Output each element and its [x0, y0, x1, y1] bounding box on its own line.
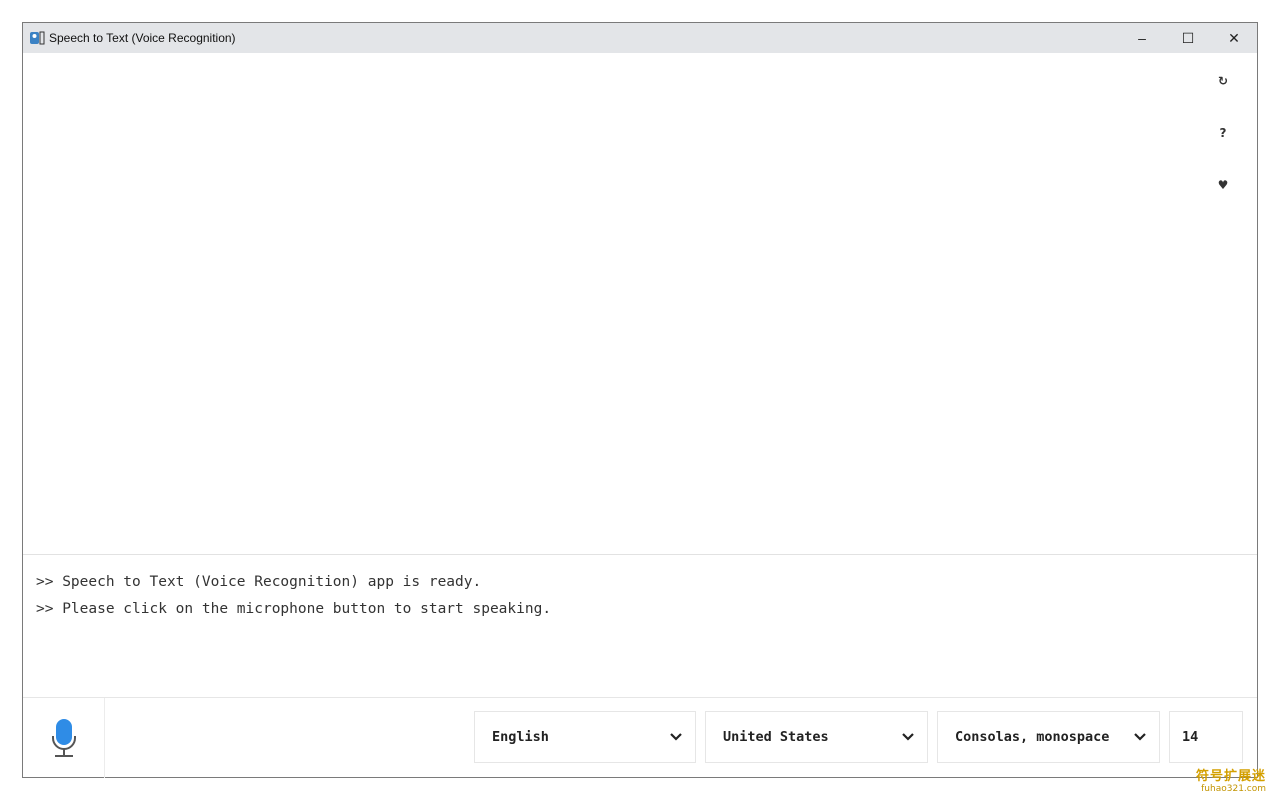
log-line: >> Please click on the microphone button… — [36, 601, 552, 617]
region-select-value: United States — [723, 729, 829, 745]
maximize-button[interactable]: ☐ — [1165, 23, 1211, 53]
microphone-icon — [51, 719, 76, 757]
heart-icon[interactable]: ♥ — [1203, 165, 1243, 205]
bottom-toolbar: English United States Consolas, monospac… — [23, 698, 1257, 778]
chevron-down-icon — [902, 733, 914, 741]
status-log: >> Speech to Text (Voice Recognition) ap… — [23, 555, 1257, 698]
font-size-input[interactable]: 14 — [1169, 711, 1243, 763]
font-select-value: Consolas, monospace — [955, 729, 1110, 745]
chevron-down-icon — [670, 733, 682, 741]
transcript-editor[interactable]: ↻ ? ♥ — [23, 53, 1257, 555]
refresh-icon[interactable]: ↻ — [1203, 61, 1243, 101]
app-window: Speech to Text (Voice Recognition) – ☐ ✕… — [22, 22, 1258, 778]
title-bar[interactable]: Speech to Text (Voice Recognition) – ☐ ✕ — [23, 23, 1257, 53]
watermark-url: fuhao321.com — [1201, 784, 1266, 794]
microphone-button[interactable] — [23, 698, 105, 778]
minimize-button[interactable]: – — [1119, 23, 1165, 53]
font-size-value: 14 — [1182, 729, 1199, 745]
close-button[interactable]: ✕ — [1211, 23, 1257, 53]
watermark-logo: 符号扩展迷 fuhao321.com — [1196, 770, 1266, 794]
chevron-down-icon — [1134, 733, 1146, 741]
app-icon — [30, 31, 45, 45]
language-select-value: English — [492, 729, 549, 745]
watermark-text: 符号扩展迷 — [1195, 769, 1266, 784]
region-select[interactable]: United States — [705, 711, 928, 763]
minimize-icon: – — [1138, 30, 1146, 46]
close-icon: ✕ — [1228, 29, 1240, 46]
language-select[interactable]: English — [474, 711, 696, 763]
maximize-icon: ☐ — [1181, 29, 1195, 46]
font-select[interactable]: Consolas, monospace — [937, 711, 1160, 763]
help-icon[interactable]: ? — [1203, 113, 1243, 153]
window-title: Speech to Text (Voice Recognition) — [49, 31, 236, 45]
log-line: >> Speech to Text (Voice Recognition) ap… — [36, 574, 482, 590]
